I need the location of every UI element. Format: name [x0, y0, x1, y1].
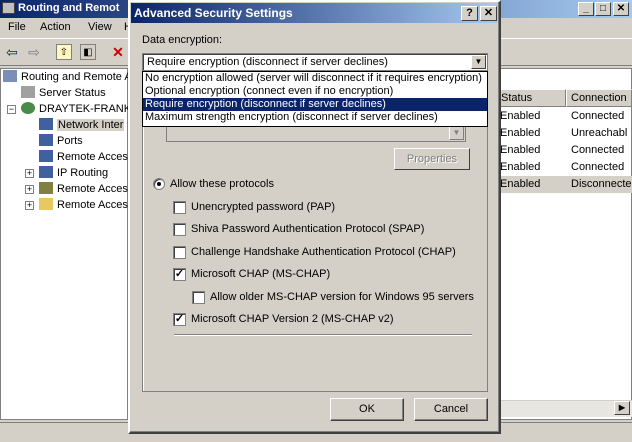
encryption-option[interactable]: No encryption allowed (server will disco…: [143, 72, 487, 85]
tree-item-ports[interactable]: Ports: [39, 133, 83, 149]
dialog-titlebar: Advanced Security Settings ? ✕: [131, 3, 498, 23]
ms-chap-win95-checkbox[interactable]: [192, 291, 205, 304]
spap-checkbox[interactable]: [173, 223, 186, 236]
data-encryption-value: Require encryption (disconnect if server…: [147, 56, 388, 68]
list-cell-status[interactable]: Enabled: [500, 159, 540, 176]
list-cell-connection[interactable]: Connected: [571, 159, 624, 176]
list-cell-status[interactable]: Enabled: [500, 125, 540, 142]
list-cell-connection[interactable]: Connected: [571, 108, 624, 125]
ms-chap-v2-label[interactable]: Microsoft CHAP Version 2 (MS-CHAP v2): [191, 313, 394, 325]
encryption-option-selected[interactable]: Require encryption (disconnect if server…: [143, 98, 487, 111]
tree-item-remote-access-2[interactable]: Remote Acces: [39, 181, 128, 197]
separator: [174, 334, 472, 336]
folder-icon: [39, 198, 53, 210]
forward-icon[interactable]: ⇨: [26, 44, 42, 60]
radio-selected-dot: [157, 182, 161, 186]
advanced-security-settings-dialog: Advanced Security Settings ? ✕ Data encr…: [128, 0, 501, 434]
expand-icon[interactable]: +: [25, 185, 34, 194]
menu-view[interactable]: View: [88, 21, 112, 33]
menu-file[interactable]: File: [8, 21, 26, 33]
spap-label[interactable]: Shiva Password Authentication Protocol (…: [191, 223, 424, 235]
list-cell-status: Enabled: [500, 178, 541, 190]
list-cell-connection[interactable]: Connected: [571, 142, 624, 159]
clients-icon: [39, 150, 53, 162]
delete-icon[interactable]: ✕: [110, 44, 126, 60]
server-status-icon: [21, 86, 35, 98]
close-icon[interactable]: ✕: [613, 2, 629, 16]
routing-icon: [39, 166, 53, 178]
list-cell-status[interactable]: Enabled: [500, 108, 540, 125]
ms-chap-win95-label[interactable]: Allow older MS-CHAP version for Windows …: [210, 291, 474, 303]
horizontal-scrollbar[interactable]: ▶: [496, 400, 632, 417]
list-row-selected[interactable]: Enabled Disconnecte: [496, 176, 632, 193]
console-tree: Routing and Remote A Server Status − DRA…: [0, 68, 137, 420]
column-header-connection[interactable]: Connection: [566, 89, 632, 107]
minimize-icon[interactable]: _: [578, 2, 594, 16]
dialog-close-button[interactable]: ✕: [480, 6, 497, 21]
list-cell-status[interactable]: Enabled: [500, 142, 540, 159]
network-icon: [39, 118, 53, 130]
data-encryption-dropdown[interactable]: Require encryption (disconnect if server…: [142, 53, 488, 71]
help-button[interactable]: ?: [461, 6, 478, 21]
properties-button: Properties: [394, 148, 470, 170]
tree-item-remote-access-1[interactable]: Remote Acces: [39, 149, 128, 165]
scroll-right-icon[interactable]: ▶: [614, 401, 630, 415]
tree-item-root[interactable]: Routing and Remote A: [3, 69, 132, 85]
ports-icon: [39, 134, 53, 146]
pap-checkbox[interactable]: [173, 201, 186, 214]
chevron-down-icon: ▼: [449, 126, 464, 140]
tree-item-network-interfaces[interactable]: Network Inter: [39, 117, 125, 133]
column-header-status[interactable]: Status: [496, 89, 566, 107]
encryption-option[interactable]: Maximum strength encryption (disconnect …: [143, 111, 487, 124]
chevron-down-icon[interactable]: ▼: [471, 55, 486, 69]
tree-item-draytek[interactable]: DRAYTEK-FRANK1: [21, 101, 137, 117]
tree-item-remote-access-3[interactable]: Remote Acces: [39, 197, 128, 213]
data-encryption-options-list: No encryption allowed (server will disco…: [142, 71, 488, 127]
interface-list: Status Connection Enabled Connected Enab…: [496, 68, 632, 420]
cancel-button[interactable]: Cancel: [414, 398, 488, 421]
chap-checkbox[interactable]: [173, 246, 186, 259]
up-folder-icon[interactable]: ⇧: [56, 44, 72, 60]
list-cell-connection: Disconnecte: [571, 178, 632, 190]
expand-icon[interactable]: +: [25, 169, 34, 178]
encryption-option[interactable]: Optional encryption (connect even if no …: [143, 85, 487, 98]
data-encryption-label: Data encryption:: [142, 34, 223, 46]
expand-icon[interactable]: +: [25, 201, 34, 210]
mmc-app-icon: [2, 2, 15, 14]
menu-action[interactable]: Action: [40, 21, 71, 33]
collapse-icon[interactable]: −: [7, 105, 16, 114]
dialog-title: Advanced Security Settings: [134, 6, 293, 20]
ms-chap-label[interactable]: Microsoft CHAP (MS-CHAP): [191, 268, 330, 280]
tree-item-server-status[interactable]: Server Status: [21, 85, 106, 101]
chap-label[interactable]: Challenge Handshake Authentication Proto…: [191, 246, 456, 258]
ms-chap-checkbox[interactable]: ✓: [173, 268, 186, 281]
allow-protocols-label[interactable]: Allow these protocols: [170, 178, 274, 190]
list-cell-connection[interactable]: Unreachabl: [571, 125, 627, 142]
allow-protocols-radio[interactable]: [153, 178, 165, 190]
policy-icon: [39, 182, 53, 194]
server-icon: [3, 70, 17, 82]
ms-chap-v2-checkbox[interactable]: ✓: [173, 313, 186, 326]
tree-item-ip-routing[interactable]: IP Routing: [39, 165, 108, 181]
back-icon[interactable]: ⇦: [4, 44, 20, 60]
maximize-icon[interactable]: □: [595, 2, 611, 16]
pap-label[interactable]: Unencrypted password (PAP): [191, 201, 335, 213]
server-online-icon: [21, 102, 35, 114]
show-tree-icon[interactable]: ◧: [80, 44, 96, 60]
background-window-title: Routing and Remot: [18, 2, 120, 14]
ok-button[interactable]: OK: [330, 398, 404, 421]
